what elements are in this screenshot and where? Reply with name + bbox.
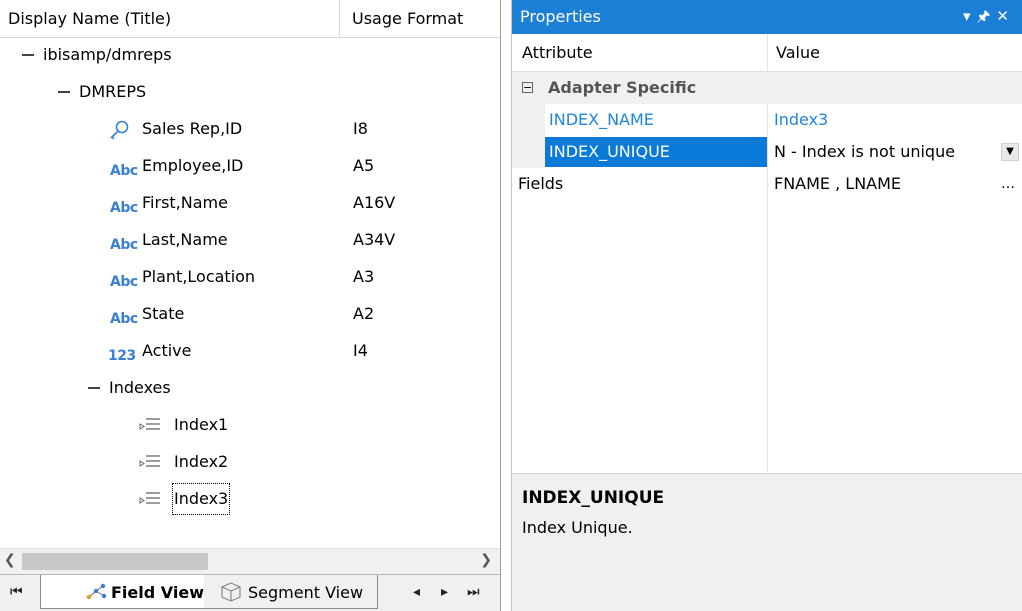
property-name: Fields <box>518 174 564 193</box>
tree-node-root[interactable]: ibisamp/dmreps <box>0 41 340 69</box>
properties-title-bar: Properties ▾🖈✕ <box>512 0 1022 34</box>
ellipsis-button[interactable]: … <box>1001 168 1015 200</box>
tree-node-label: ibisamp/dmreps <box>43 45 172 64</box>
row-indent <box>512 104 545 136</box>
tree-field-row[interactable]: Abc First,Name A16V <box>0 189 500 217</box>
index-label: Index2 <box>174 452 229 471</box>
index-label: Index1 <box>174 415 229 434</box>
property-row-index-unique[interactable]: INDEX_UNIQUE N - Index is not unique ▼ <box>512 136 1022 168</box>
tree-field-row[interactable]: Abc Plant,Location A3 <box>0 263 500 291</box>
abc-icon: Abc <box>110 311 138 327</box>
column-header-display-name[interactable]: Display Name (Title) <box>0 0 340 38</box>
last-tab-icon[interactable]: ⏭ <box>467 584 480 600</box>
property-row-fields[interactable]: Fields FNAME , LNAME … <box>512 168 1022 200</box>
collapse-icon[interactable] <box>88 387 100 389</box>
collapse-icon[interactable]: − <box>522 82 533 93</box>
first-tab-icon[interactable]: ⏮ <box>10 584 23 600</box>
description-body: Index Unique. <box>522 518 633 537</box>
collapse-icon[interactable] <box>22 54 34 56</box>
scroll-right-icon[interactable]: ❯ <box>480 552 492 568</box>
field-label: Active <box>142 341 192 360</box>
category-adapter-specific[interactable]: − Adapter Specific <box>512 72 1022 104</box>
property-value[interactable]: FNAME , LNAME <box>774 168 901 200</box>
row-indent <box>512 136 545 168</box>
dropdown-arrow-icon[interactable]: ▼ <box>1001 143 1019 161</box>
field-format: I8 <box>353 119 368 138</box>
field-label: First,Name <box>142 193 228 212</box>
tree-field-row[interactable]: Abc Last,Name A34V <box>0 226 500 254</box>
field-label: Employee,ID <box>142 156 244 175</box>
abc-icon: Abc <box>110 163 138 179</box>
property-name: INDEX_NAME <box>549 110 654 129</box>
abc-icon: Abc <box>110 274 138 290</box>
view-tab-strip: ⏮ Field View Segment View ◂ ▸ ⏭ <box>0 574 500 611</box>
property-name-selected: INDEX_UNIQUE <box>545 137 767 167</box>
field-format: A34V <box>353 230 396 249</box>
category-label: Adapter Specific <box>548 78 697 97</box>
collapse-icon[interactable] <box>58 91 70 93</box>
tab-label: Field View <box>111 583 204 602</box>
tab-field-view[interactable]: Field View <box>40 575 205 609</box>
tree-node-segment[interactable]: DMREPS <box>0 78 340 106</box>
horizontal-scrollbar[interactable]: ❮ ❯ <box>0 548 500 574</box>
tab-label: Segment View <box>248 583 364 602</box>
tree-field-row[interactable]: Abc State A2 <box>0 300 500 328</box>
field-format: A16V <box>353 193 396 212</box>
column-header-value: Value <box>776 43 820 62</box>
field-label: Last,Name <box>142 230 228 249</box>
prev-tab-icon[interactable]: ◂ <box>413 584 420 600</box>
field-format: A3 <box>353 267 375 286</box>
numeric-icon: 123 <box>108 348 136 364</box>
field-format: A2 <box>353 304 375 323</box>
key-icon <box>110 120 129 140</box>
scroll-left-icon[interactable]: ❮ <box>4 552 16 568</box>
abc-icon: Abc <box>110 200 138 216</box>
property-value[interactable]: Index3 <box>774 104 828 136</box>
tree-header: Display Name (Title) Usage Format <box>0 0 500 38</box>
field-label: Plant,Location <box>142 267 256 286</box>
segment-view-icon <box>221 582 241 602</box>
property-value[interactable]: N - Index is not unique <box>774 136 955 168</box>
tree-field-row[interactable]: Abc Employee,ID A5 <box>0 152 500 180</box>
tree-index-item-selected[interactable]: Index3 <box>0 483 340 515</box>
pin-icon[interactable]: 🖈 <box>977 7 997 25</box>
tree-index-item[interactable]: Index1 <box>0 411 340 439</box>
property-row-index-name[interactable]: INDEX_NAME Index3 <box>512 104 1022 136</box>
index-icon <box>139 418 160 430</box>
tab-segment-view[interactable]: Segment View <box>204 575 378 609</box>
description-title: INDEX_UNIQUE <box>522 488 665 508</box>
field-format: A5 <box>353 156 375 175</box>
next-tab-icon[interactable]: ▸ <box>441 584 448 600</box>
tree-field-row[interactable]: 123 Active I4 <box>0 337 500 365</box>
property-description-panel: INDEX_UNIQUE Index Unique. <box>512 473 1022 611</box>
scrollbar-thumb[interactable] <box>22 553 208 570</box>
field-format: I4 <box>353 341 368 360</box>
close-icon[interactable]: ✕ <box>996 7 1015 25</box>
dropdown-icon[interactable]: ▾ <box>963 7 977 25</box>
index-icon <box>139 455 160 467</box>
tree-node-indexes[interactable]: Indexes <box>0 374 340 402</box>
column-header-usage-format[interactable]: Usage Format <box>340 0 500 38</box>
field-tree-pane: Display Name (Title) Usage Format ibisam… <box>0 0 501 611</box>
field-label: Sales Rep,ID <box>142 119 243 138</box>
abc-icon: Abc <box>110 237 138 253</box>
title-bar-buttons: ▾🖈✕ <box>963 6 1015 31</box>
tree-field-row[interactable]: Sales Rep,ID I8 <box>0 115 500 143</box>
tree-node-label: Indexes <box>109 378 171 397</box>
field-view-icon <box>86 583 107 600</box>
properties-pane: Properties ▾🖈✕ Attribute Value − Adapter… <box>511 0 1022 611</box>
tree-index-item[interactable]: Index2 <box>0 448 340 476</box>
properties-title: Properties <box>520 7 601 26</box>
field-label: State <box>142 304 185 323</box>
tree-node-label: DMREPS <box>79 82 147 101</box>
index-label: Index3 <box>171 483 231 515</box>
index-icon <box>139 492 160 504</box>
column-header-attribute: Attribute <box>522 43 593 62</box>
